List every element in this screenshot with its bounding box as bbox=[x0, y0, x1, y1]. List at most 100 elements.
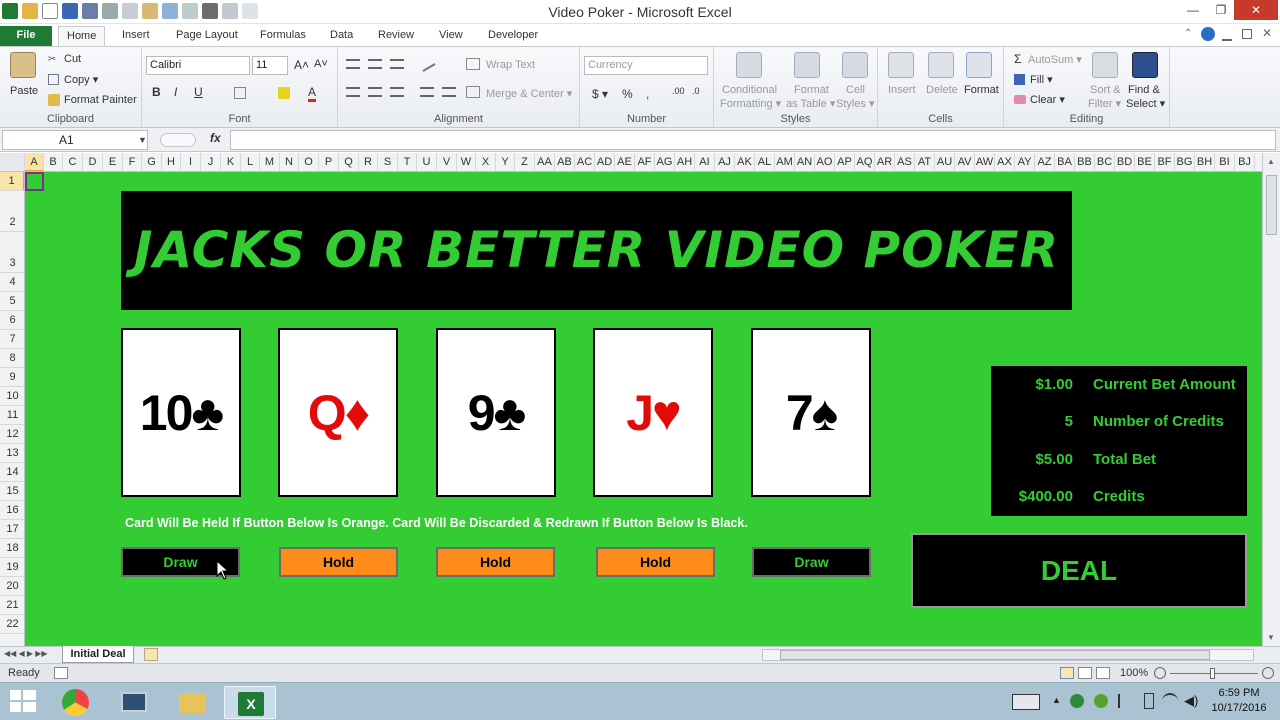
horizontal-scroll-thumb[interactable] bbox=[780, 650, 1210, 660]
cut-button[interactable]: Cut bbox=[64, 53, 81, 65]
column-header[interactable]: U bbox=[417, 153, 437, 171]
find-select-button[interactable]: Find & bbox=[1128, 84, 1160, 96]
column-header[interactable]: BJ bbox=[1235, 153, 1255, 171]
column-header[interactable]: AO bbox=[815, 153, 835, 171]
bold-icon[interactable]: B bbox=[152, 85, 161, 99]
column-header[interactable]: AX bbox=[995, 153, 1015, 171]
column-header[interactable]: AR bbox=[875, 153, 895, 171]
scroll-up-icon[interactable]: ▲ bbox=[1267, 157, 1275, 166]
tab-view[interactable]: View bbox=[431, 26, 471, 46]
sheet-nav-icon[interactable]: ◀◀ ◀ ▶ ▶▶ bbox=[4, 649, 48, 658]
column-header[interactable]: AW bbox=[975, 153, 995, 171]
increase-indent-icon[interactable] bbox=[442, 87, 456, 97]
minimize-ribbon-icon[interactable]: ⌃ bbox=[1184, 28, 1196, 40]
cell-styles-button[interactable]: Cell bbox=[846, 84, 865, 96]
column-header[interactable]: D bbox=[83, 153, 103, 171]
card-4-hold-button[interactable]: Hold bbox=[596, 547, 715, 577]
italic-icon[interactable]: I bbox=[174, 85, 177, 99]
row-header[interactable]: 13 bbox=[0, 444, 24, 463]
taskbar-chrome[interactable] bbox=[50, 686, 102, 719]
formula-input[interactable] bbox=[230, 130, 1276, 150]
battery-icon[interactable] bbox=[1144, 693, 1154, 709]
column-header[interactable]: C bbox=[63, 153, 83, 171]
row-header[interactable]: 6 bbox=[0, 311, 24, 330]
decrease-indent-icon[interactable] bbox=[420, 87, 434, 97]
top-align-icon[interactable] bbox=[346, 59, 360, 69]
column-header[interactable]: AV bbox=[955, 153, 975, 171]
fill-button[interactable]: Fill ▾ bbox=[1030, 73, 1053, 86]
tab-formulas[interactable]: Formulas bbox=[252, 26, 314, 46]
column-header[interactable]: E bbox=[103, 153, 123, 171]
percent-icon[interactable]: % bbox=[622, 87, 633, 101]
column-header[interactable]: AS bbox=[895, 153, 915, 171]
column-header[interactable]: A bbox=[25, 153, 44, 171]
column-header[interactable]: AT bbox=[915, 153, 935, 171]
insert-function-icon[interactable]: fx bbox=[210, 131, 221, 145]
column-header[interactable]: G bbox=[142, 153, 162, 171]
number-format-select[interactable]: Currency bbox=[584, 56, 708, 75]
column-header[interactable]: AJ bbox=[715, 153, 735, 171]
cell-styles-icon[interactable] bbox=[842, 52, 868, 78]
row-header[interactable]: 15 bbox=[0, 482, 24, 501]
currency-icon[interactable]: $ ▾ bbox=[592, 87, 608, 101]
find-select-button-2[interactable]: Select ▾ bbox=[1126, 97, 1165, 110]
grow-font-icon[interactable]: A˄ bbox=[294, 58, 309, 72]
help-icon[interactable] bbox=[1201, 27, 1215, 41]
workbook-close-icon[interactable]: ✕ bbox=[1262, 26, 1272, 40]
column-header[interactable]: V bbox=[437, 153, 457, 171]
deal-button[interactable]: DEAL bbox=[911, 533, 1247, 608]
borders-icon[interactable] bbox=[234, 87, 246, 99]
format-as-table-button-2[interactable]: as Table ▾ bbox=[786, 97, 835, 110]
row-header[interactable]: 14 bbox=[0, 463, 24, 482]
card-5-draw-button[interactable]: Draw bbox=[752, 547, 871, 577]
sort-filter-button-2[interactable]: Filter ▾ bbox=[1088, 97, 1121, 110]
column-header[interactable]: N bbox=[280, 153, 299, 171]
format-painter-button[interactable]: Format Painter bbox=[64, 94, 137, 106]
conditional-formatting-icon[interactable] bbox=[736, 52, 762, 78]
column-header[interactable]: AY bbox=[1015, 153, 1035, 171]
workbook-restore-icon[interactable] bbox=[1242, 29, 1252, 39]
sheet-tab-initial-deal[interactable]: Initial Deal bbox=[62, 646, 134, 663]
column-header[interactable]: X bbox=[476, 153, 496, 171]
wifi-icon[interactable] bbox=[1162, 693, 1178, 709]
underline-icon[interactable]: U bbox=[194, 85, 203, 99]
tray-w-icon[interactable] bbox=[1094, 694, 1108, 708]
column-header[interactable]: Z bbox=[515, 153, 535, 171]
normal-view-icon[interactable] bbox=[1060, 667, 1074, 679]
column-header[interactable]: I bbox=[181, 153, 201, 171]
column-header[interactable]: AE bbox=[615, 153, 635, 171]
column-header[interactable]: Y bbox=[496, 153, 515, 171]
orientation-icon[interactable] bbox=[418, 56, 436, 72]
active-cell-a1[interactable] bbox=[25, 172, 44, 191]
column-header[interactable]: BD bbox=[1115, 153, 1135, 171]
row-header[interactable]: 3 bbox=[0, 232, 24, 273]
page-break-view-icon[interactable] bbox=[1096, 667, 1110, 679]
row-header[interactable]: 21 bbox=[0, 596, 24, 615]
insert-cells-icon[interactable] bbox=[888, 52, 914, 78]
fill-color-icon[interactable] bbox=[278, 87, 290, 99]
column-header[interactable]: AQ bbox=[855, 153, 875, 171]
delete-cells-icon[interactable] bbox=[928, 52, 954, 78]
keyboard-icon[interactable] bbox=[1012, 694, 1040, 710]
column-header[interactable]: W bbox=[457, 153, 476, 171]
decrease-decimal-icon[interactable]: .0 bbox=[692, 86, 700, 96]
restore-button[interactable]: ❐ bbox=[1210, 0, 1232, 20]
page-layout-view-icon[interactable] bbox=[1078, 667, 1092, 679]
row-header[interactable]: 7 bbox=[0, 330, 24, 349]
column-header[interactable]: AI bbox=[695, 153, 715, 171]
row-header[interactable]: 1 bbox=[0, 172, 24, 191]
column-header[interactable]: Q bbox=[339, 153, 359, 171]
wrap-text-button[interactable]: Wrap Text bbox=[486, 59, 535, 71]
select-all-corner[interactable] bbox=[0, 153, 25, 171]
zoom-slider-thumb[interactable] bbox=[1210, 668, 1215, 679]
windows-start-icon[interactable] bbox=[10, 690, 36, 714]
column-header[interactable]: AN bbox=[795, 153, 815, 171]
show-hidden-icons-icon[interactable]: ▲ bbox=[1052, 695, 1061, 705]
copy-button[interactable]: Copy ▾ bbox=[64, 73, 98, 86]
row-header[interactable]: 16 bbox=[0, 501, 24, 520]
align-right-icon[interactable] bbox=[390, 87, 404, 97]
macro-record-icon[interactable] bbox=[54, 667, 68, 679]
column-header[interactable]: AA bbox=[535, 153, 555, 171]
row-header[interactable]: 17 bbox=[0, 520, 24, 539]
paste-button[interactable]: Paste bbox=[10, 85, 38, 97]
